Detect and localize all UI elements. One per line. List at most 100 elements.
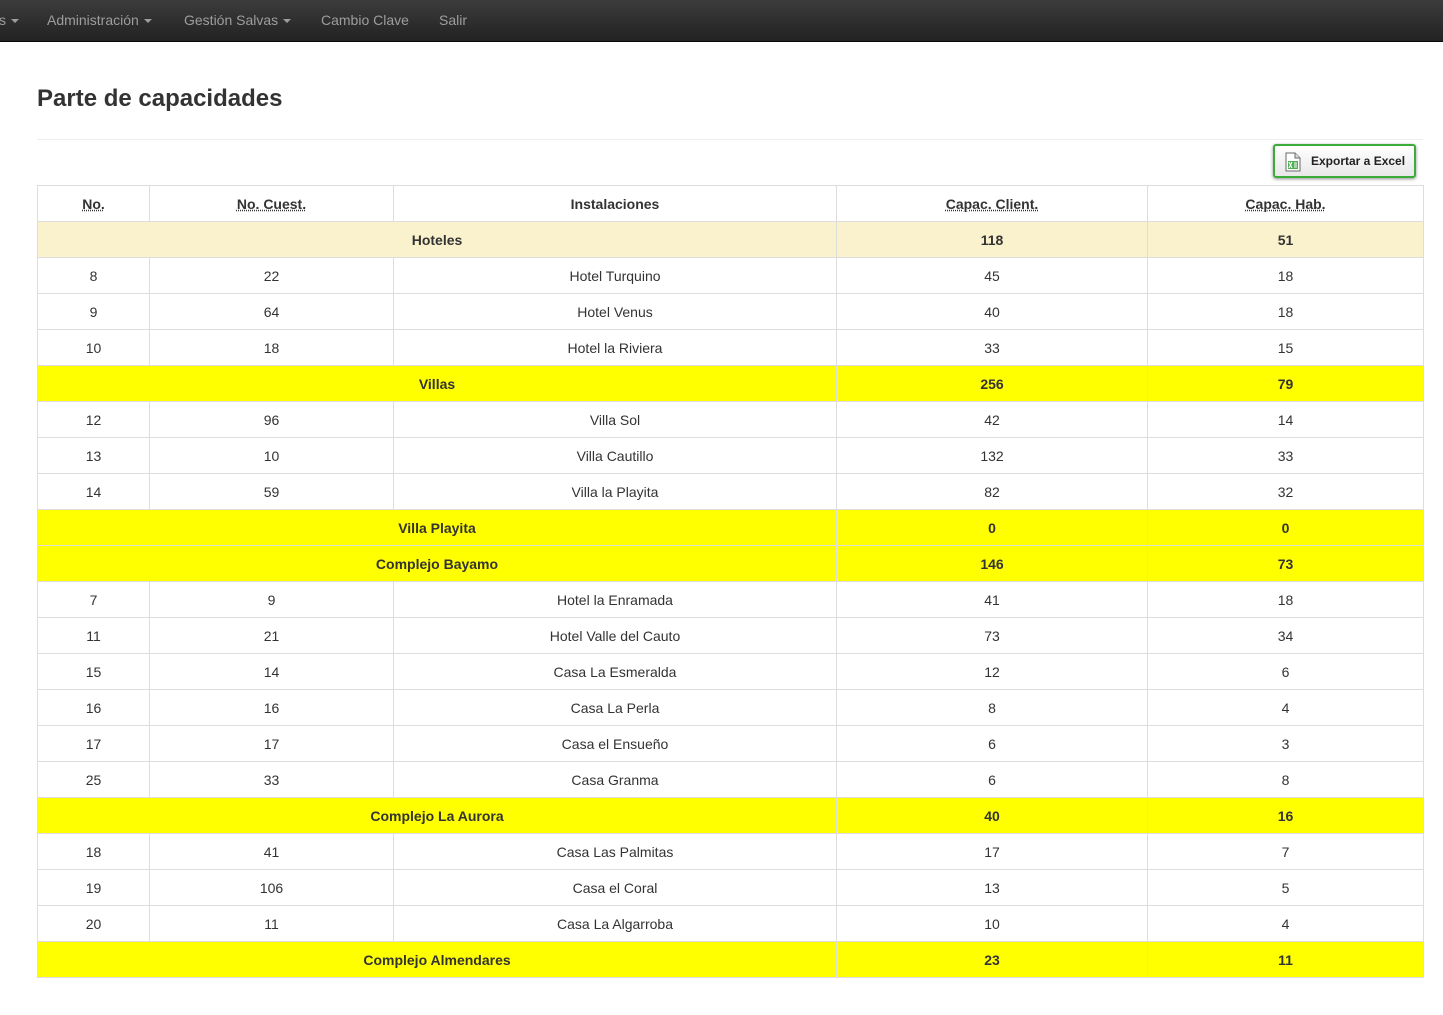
cuest-cell: 64 [149,293,394,330]
clients-cell: 8 [836,689,1148,726]
table-row: 18 41 Casa Las Palmitas 17 7 [37,833,1424,870]
clients-cell: 45 [836,257,1148,294]
installation-cell: Villa Sol [393,401,837,438]
nav-item-label: Salir [439,12,468,28]
header-instalaciones: Instalaciones [393,185,837,222]
nav-item-gestion-salvas[interactable]: Gestión Salvas [184,0,292,40]
clients-cell: 73 [836,617,1148,654]
header-capac-client[interactable]: Capac. Client. [836,185,1148,222]
group-row: Complejo Almendares 23 11 [37,941,1424,978]
page-title: Parte de capacidades [37,85,283,112]
no-cell: 11 [37,617,150,654]
group-row: Complejo La Aurora 40 16 [37,797,1424,834]
installation-cell: Casa La Esmeralda [393,653,837,690]
cuest-cell: 41 [149,833,394,870]
group-clients-cell: 40 [836,797,1148,834]
cuest-cell: 96 [149,401,394,438]
table-row: 15 14 Casa La Esmeralda 12 6 [37,653,1424,690]
nav-item-salir[interactable]: Salir [439,0,467,40]
clients-cell: 6 [836,761,1148,798]
group-clients-cell: 146 [836,545,1148,582]
header-no-cuest[interactable]: No. Cuest. [149,185,394,222]
excel-file-icon [1285,152,1301,172]
clients-cell: 42 [836,401,1148,438]
clients-cell: 13 [836,869,1148,906]
installation-cell: Hotel Valle del Cauto [393,617,837,654]
group-rooms-cell: 79 [1147,365,1424,402]
cuest-cell: 22 [149,257,394,294]
group-row: Complejo Bayamo 146 73 [37,545,1424,582]
no-cell: 25 [37,761,150,798]
rooms-cell: 34 [1147,617,1424,654]
table-row: 16 16 Casa La Perla 8 4 [37,689,1424,726]
installation-cell: Casa La Algarroba [393,905,837,942]
no-cell: 10 [37,329,150,366]
header-instalaciones-label: Instalaciones [570,195,660,212]
table-row: 12 96 Villa Sol 42 14 [37,401,1424,438]
rooms-cell: 18 [1147,581,1424,618]
no-cell: 7 [37,581,150,618]
rooms-cell: 15 [1147,329,1424,366]
no-cell: 8 [37,257,150,294]
nav-item-partial[interactable]: s [0,0,19,40]
rooms-cell: 32 [1147,473,1424,510]
export-excel-button[interactable]: Exportar a Excel [1273,144,1416,178]
group-name-cell: Villa Playita [37,509,837,546]
group-rooms-cell: 11 [1147,941,1424,978]
installation-cell: Casa La Perla [393,689,837,726]
cuest-cell: 9 [149,581,394,618]
group-name-cell: Hoteles [37,221,837,258]
rooms-cell: 18 [1147,257,1424,294]
rooms-cell: 33 [1147,437,1424,474]
installation-cell: Villa la Playita [393,473,837,510]
cuest-cell: 59 [149,473,394,510]
installation-cell: Hotel Turquino [393,257,837,294]
no-cell: 20 [37,905,150,942]
installation-cell: Casa el Coral [393,869,837,906]
group-rooms-cell: 0 [1147,509,1424,546]
group-clients-cell: 118 [836,221,1148,258]
no-cell: 18 [37,833,150,870]
no-cell: 13 [37,437,150,474]
installation-cell: Casa Las Palmitas [393,833,837,870]
header-capac-hab[interactable]: Capac. Hab. [1147,185,1424,222]
caret-down-icon [143,19,152,24]
clients-cell: 10 [836,905,1148,942]
clients-cell: 12 [836,653,1148,690]
header-no-cuest-label: No. Cuest. [236,195,307,212]
title-divider [37,139,1423,140]
cuest-cell: 11 [149,905,394,942]
cuest-cell: 33 [149,761,394,798]
header-no-label: No. [82,195,105,212]
table-row: 13 10 Villa Cautillo 132 33 [37,437,1424,474]
rooms-cell: 18 [1147,293,1424,330]
table-row: 9 64 Hotel Venus 40 18 [37,293,1424,330]
no-cell: 17 [37,725,150,762]
header-capac-hab-label: Capac. Hab. [1245,195,1326,212]
table-body: Hoteles 118 51 8 22 Hotel Turquino 45 18 9 64 Hote… [37,221,1424,978]
rooms-cell: 7 [1147,833,1424,870]
installation-cell: Villa Cautillo [393,437,837,474]
installation-cell: Hotel la Enramada [393,581,837,618]
group-clients-cell: 23 [836,941,1148,978]
rooms-cell: 5 [1147,869,1424,906]
cuest-cell: 10 [149,437,394,474]
top-navbar: s Administración Gestión Salvas Cambio C… [0,0,1443,42]
group-name-cell: Villas [37,365,837,402]
header-no[interactable]: No. [37,185,150,222]
capacities-table: No. No. Cuest. Instalaciones Capac. Clie… [37,185,1424,978]
clients-cell: 33 [836,329,1148,366]
rooms-cell: 3 [1147,725,1424,762]
nav-item-label: Cambio Clave [321,12,409,28]
no-cell: 14 [37,473,150,510]
nav-item-cambio-clave[interactable]: Cambio Clave [321,0,409,40]
nav-item-administracion[interactable]: Administración [47,0,152,40]
clients-cell: 6 [836,725,1148,762]
no-cell: 19 [37,869,150,906]
group-clients-cell: 0 [836,509,1148,546]
clients-cell: 40 [836,293,1148,330]
export-excel-label: Exportar a Excel [1311,154,1406,168]
clients-cell: 41 [836,581,1148,618]
group-row: Villas 256 79 [37,365,1424,402]
no-cell: 16 [37,689,150,726]
